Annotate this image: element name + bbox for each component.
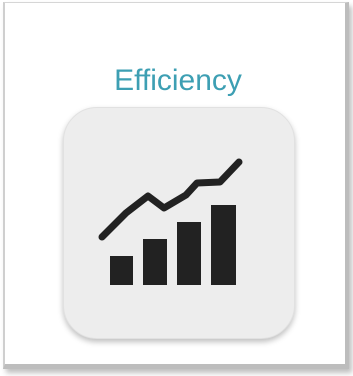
bar-1 xyxy=(110,256,133,285)
bar-4 xyxy=(211,205,236,285)
app-title: Efficiency xyxy=(114,64,242,97)
efficiency-app-button[interactable] xyxy=(63,107,295,339)
app-card: Efficiency xyxy=(3,2,349,369)
screenshot-frame: Efficiency xyxy=(0,0,353,376)
bar-2 xyxy=(143,239,167,285)
bar-3 xyxy=(177,222,201,285)
growth-chart-icon xyxy=(98,158,243,285)
